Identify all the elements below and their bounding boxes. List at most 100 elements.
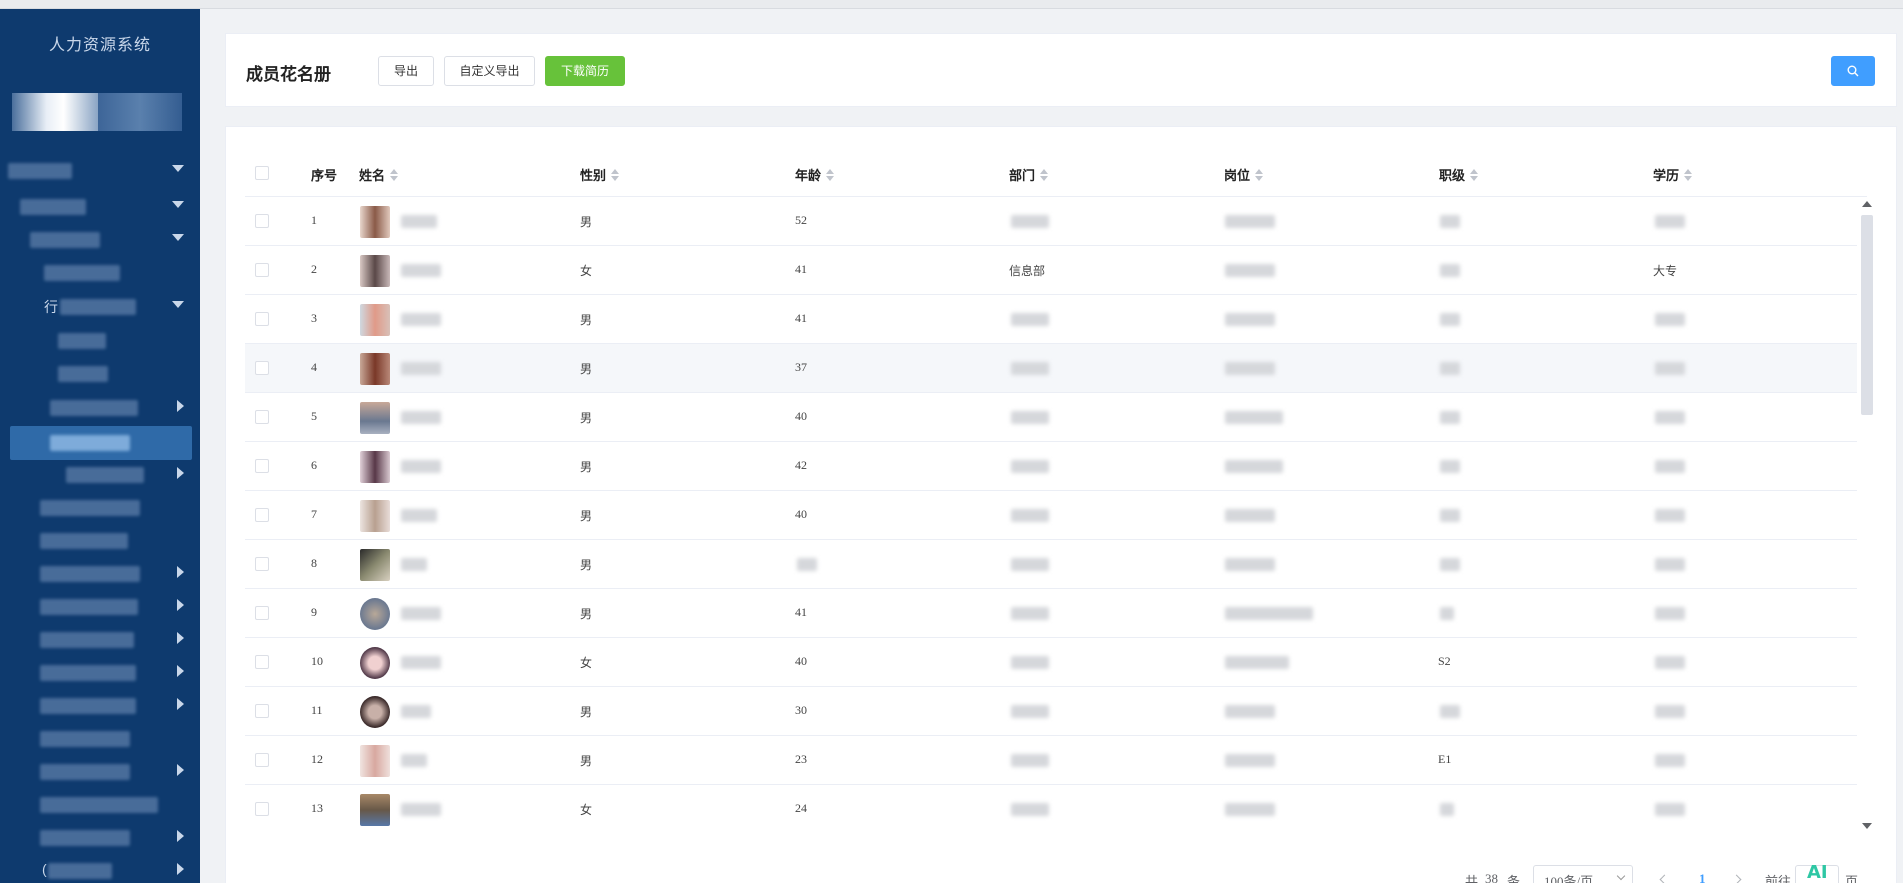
- sidebar-menu-item[interactable]: [0, 394, 200, 422]
- name-blurred: [401, 754, 427, 767]
- table-row[interactable]: 11 男 30: [245, 687, 1857, 736]
- table-row[interactable]: 10 女 40 S2: [245, 638, 1857, 687]
- column-header-name[interactable]: 姓名: [359, 165, 399, 184]
- row-checkbox[interactable]: [255, 557, 269, 571]
- sidebar-menu-item[interactable]: [0, 692, 200, 720]
- menu-label-blurred: [50, 435, 130, 451]
- sidebar-menu-item[interactable]: [0, 226, 200, 254]
- column-header-education[interactable]: 学历: [1653, 165, 1693, 184]
- table-row[interactable]: 1 男 52: [245, 197, 1857, 246]
- sort-icon[interactable]: [1470, 169, 1479, 181]
- menu-label-blurred: [20, 199, 86, 215]
- next-page-icon[interactable]: [1731, 874, 1742, 883]
- sidebar-menu-item[interactable]: [0, 461, 200, 489]
- menu-label-blurred: [66, 467, 144, 483]
- ai-assistant-logo[interactable]: AI: [1807, 862, 1835, 883]
- avatar: [360, 451, 390, 483]
- column-header-level[interactable]: 职级: [1439, 165, 1479, 184]
- download-resume-button[interactable]: 下载简历: [545, 56, 625, 86]
- row-checkbox[interactable]: [255, 606, 269, 620]
- row-checkbox[interactable]: [255, 704, 269, 718]
- column-header-age[interactable]: 年龄: [795, 165, 835, 184]
- position-blurred: [1225, 215, 1275, 228]
- sort-icon[interactable]: [826, 169, 835, 181]
- level-blurred: [1440, 509, 1460, 522]
- row-checkbox[interactable]: [255, 459, 269, 473]
- sort-icon[interactable]: [390, 169, 399, 181]
- table-row[interactable]: 13 女 24: [245, 785, 1857, 833]
- sidebar-menu-item[interactable]: [0, 527, 200, 555]
- row-checkbox[interactable]: [255, 410, 269, 424]
- sidebar-menu-item[interactable]: (: [0, 857, 200, 883]
- department-blurred: [1011, 313, 1049, 326]
- scroll-down-icon[interactable]: [1862, 823, 1872, 829]
- row-checkbox[interactable]: [255, 312, 269, 326]
- level-blurred: [1440, 705, 1460, 718]
- education-blurred: [1655, 754, 1685, 767]
- sidebar-menu-item[interactable]: [0, 626, 200, 654]
- table-scrollbar[interactable]: [1860, 197, 1874, 833]
- sidebar-menu-item[interactable]: [0, 659, 200, 687]
- table-row[interactable]: 12 男 23 E1: [245, 736, 1857, 785]
- table-row[interactable]: 5 男 40: [245, 393, 1857, 442]
- sort-icon[interactable]: [1255, 169, 1264, 181]
- sidebar-menu-item[interactable]: [0, 327, 200, 355]
- table-row[interactable]: 2 女 41 信息部 大专: [245, 246, 1857, 295]
- select-all-checkbox[interactable]: [255, 166, 269, 180]
- sidebar-menu-item[interactable]: [0, 259, 200, 287]
- column-header-position[interactable]: 岗位: [1224, 165, 1264, 184]
- table-row[interactable]: 4 男 37: [245, 344, 1857, 393]
- education-blurred: [1655, 460, 1685, 473]
- chevron-right-icon: [177, 830, 184, 842]
- table-header: 序号 姓名 性别 年龄 部门 岗位 职级 学历: [245, 149, 1867, 197]
- total-prefix: 共: [1465, 874, 1479, 883]
- cell-index: 13: [311, 801, 323, 815]
- cell-gender: 男: [580, 313, 593, 327]
- table-row[interactable]: 6 男 42: [245, 442, 1857, 491]
- scroll-up-icon[interactable]: [1862, 201, 1872, 207]
- position-blurred: [1225, 705, 1275, 718]
- sidebar-menu-item[interactable]: [0, 725, 200, 753]
- sidebar-menu-item[interactable]: [0, 494, 200, 522]
- sort-icon[interactable]: [1684, 169, 1693, 181]
- sidebar-menu-item-active[interactable]: [10, 426, 192, 460]
- education-blurred: [1655, 509, 1685, 522]
- sort-icon[interactable]: [611, 169, 620, 181]
- row-checkbox[interactable]: [255, 214, 269, 228]
- custom-export-button[interactable]: 自定义导出: [444, 56, 535, 86]
- row-checkbox[interactable]: [255, 802, 269, 816]
- table-row[interactable]: 9 男 41: [245, 589, 1857, 638]
- prev-page-icon[interactable]: [1659, 874, 1670, 883]
- table-row[interactable]: 7 男 40: [245, 491, 1857, 540]
- table-row[interactable]: 8 男: [245, 540, 1857, 589]
- cell-gender: 男: [580, 607, 593, 621]
- cell-age: 41: [795, 311, 807, 325]
- level-blurred: [1440, 803, 1454, 816]
- row-checkbox[interactable]: [255, 655, 269, 669]
- column-header-department[interactable]: 部门: [1009, 165, 1049, 184]
- sidebar-menu-item[interactable]: [0, 593, 200, 621]
- avatar: [360, 402, 390, 434]
- row-checkbox[interactable]: [255, 753, 269, 767]
- sidebar-menu-item[interactable]: [0, 824, 200, 852]
- sidebar-menu-item[interactable]: [0, 360, 200, 388]
- cell-age: 37: [795, 360, 807, 374]
- scroll-thumb[interactable]: [1861, 215, 1873, 415]
- sidebar-menu-item[interactable]: 行: [0, 293, 200, 321]
- sidebar-menu-item[interactable]: [0, 560, 200, 588]
- search-button[interactable]: [1831, 56, 1875, 86]
- export-button[interactable]: 导出: [378, 56, 434, 86]
- current-page[interactable]: 1: [1699, 871, 1706, 883]
- row-checkbox[interactable]: [255, 361, 269, 375]
- sidebar-menu-item[interactable]: [0, 193, 200, 221]
- sidebar-menu-item[interactable]: [0, 791, 200, 819]
- row-checkbox[interactable]: [255, 508, 269, 522]
- sidebar-menu-item[interactable]: [0, 157, 200, 185]
- column-header-gender[interactable]: 性别: [580, 165, 620, 184]
- table-row[interactable]: 3 男 41: [245, 295, 1857, 344]
- sort-icon[interactable]: [1040, 169, 1049, 181]
- row-checkbox[interactable]: [255, 263, 269, 277]
- user-profile-blurred[interactable]: [12, 93, 182, 131]
- page-size-select[interactable]: 100条/页: [1533, 865, 1633, 883]
- sidebar-menu-item[interactable]: [0, 758, 200, 786]
